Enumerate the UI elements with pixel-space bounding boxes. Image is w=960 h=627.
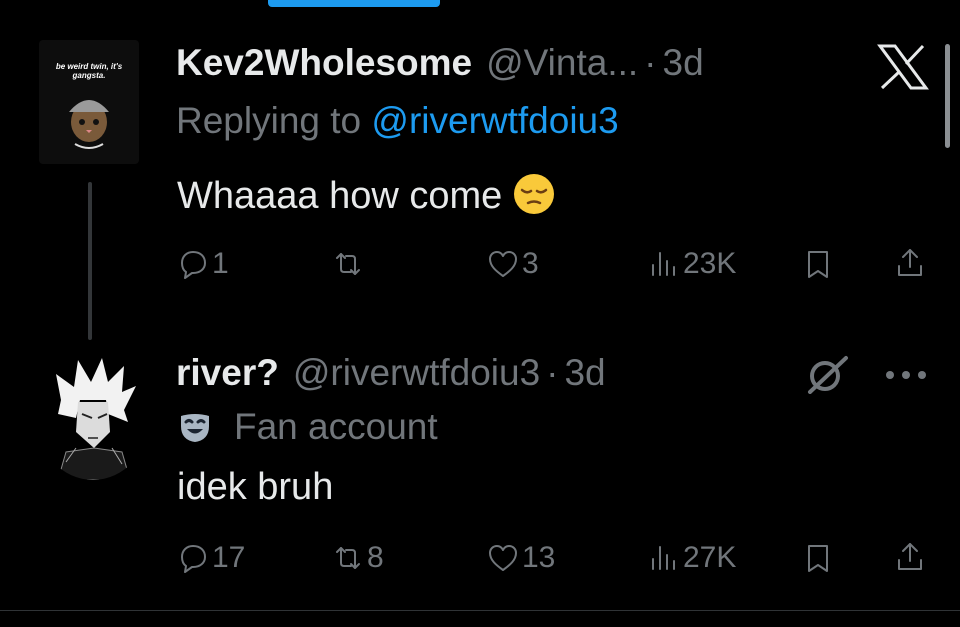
bookmark-icon <box>808 251 828 278</box>
avatar-river[interactable] <box>36 352 150 480</box>
bookmark-icon <box>808 545 828 572</box>
pensive-face-icon <box>514 174 555 214</box>
bookmark-button[interactable] <box>801 541 835 575</box>
repost-icon <box>336 253 360 275</box>
reply-button[interactable]: 17 <box>176 541 245 575</box>
fan-account-label: Fan account <box>178 406 438 448</box>
fan-account-text: Fan account <box>234 406 438 447</box>
timestamp[interactable]: 3d <box>564 352 605 394</box>
reply-count: 1 <box>212 247 229 280</box>
views-button[interactable]: 23K <box>647 247 736 281</box>
share-button[interactable] <box>893 540 927 574</box>
share-button[interactable] <box>893 246 927 280</box>
repost-button[interactable]: 8 <box>331 541 384 575</box>
tweet-text: idek bruh <box>177 466 334 508</box>
views-count: 27K <box>683 541 737 574</box>
bookmark-button[interactable] <box>801 247 835 281</box>
like-count: 3 <box>522 247 539 280</box>
timestamp[interactable]: 3d <box>663 42 704 84</box>
tweet-text: Whaaaa how come <box>177 175 503 217</box>
heart-icon <box>489 251 517 277</box>
views-count: 23K <box>683 247 737 280</box>
tweet2-text-container: idek bruh <box>177 466 333 509</box>
separator: · <box>644 42 657 83</box>
anime-avatar-icon <box>36 352 150 480</box>
display-name[interactable]: river? <box>176 352 279 394</box>
tweet1-text-container: Whaaaa how come <box>177 172 556 218</box>
avatar-kev2wholesome[interactable]: be weird twin, it's gangsta. <box>39 40 139 164</box>
share-icon <box>898 543 922 570</box>
repost-button[interactable] <box>331 247 367 281</box>
reply-icon <box>181 545 206 573</box>
share-icon <box>898 249 922 276</box>
theater-mask-icon <box>181 414 209 442</box>
bottom-divider <box>0 610 960 611</box>
reply-count: 17 <box>212 541 246 574</box>
separator: · <box>546 352 559 393</box>
handle[interactable]: @riverwtfdoiu3 <box>293 352 540 394</box>
thread-connector-line <box>88 182 92 340</box>
scrollbar[interactable] <box>945 44 950 148</box>
x-logo-icon <box>877 44 929 90</box>
like-button[interactable]: 13 <box>486 541 555 575</box>
tweet1-header: Kev2Wholesome @Vinta... · 3d <box>176 42 704 84</box>
views-icon <box>652 546 675 570</box>
cat-avatar-icon <box>69 100 109 149</box>
handle[interactable]: @Vinta... <box>486 42 638 84</box>
replying-prefix: Replying to <box>176 100 362 141</box>
more-icon[interactable] <box>884 368 928 382</box>
display-name[interactable]: Kev2Wholesome <box>176 42 472 84</box>
like-button[interactable]: 3 <box>486 247 539 281</box>
views-button[interactable]: 27K <box>647 541 736 575</box>
top-tab-indicator <box>268 0 440 7</box>
repost-icon <box>336 547 360 569</box>
like-count: 13 <box>522 541 556 574</box>
replying-handle-link[interactable]: @riverwtfdoiu3 <box>371 100 618 141</box>
reply-icon <box>181 251 206 279</box>
tweet2-header: river? @riverwtfdoiu3 · 3d <box>176 352 606 394</box>
views-icon <box>652 252 675 276</box>
heart-icon <box>489 545 517 571</box>
repost-count: 8 <box>367 541 384 574</box>
replying-to: Replying to @riverwtfdoiu3 <box>176 100 619 142</box>
grok-icon[interactable] <box>804 354 850 394</box>
reply-button[interactable]: 1 <box>176 247 229 281</box>
